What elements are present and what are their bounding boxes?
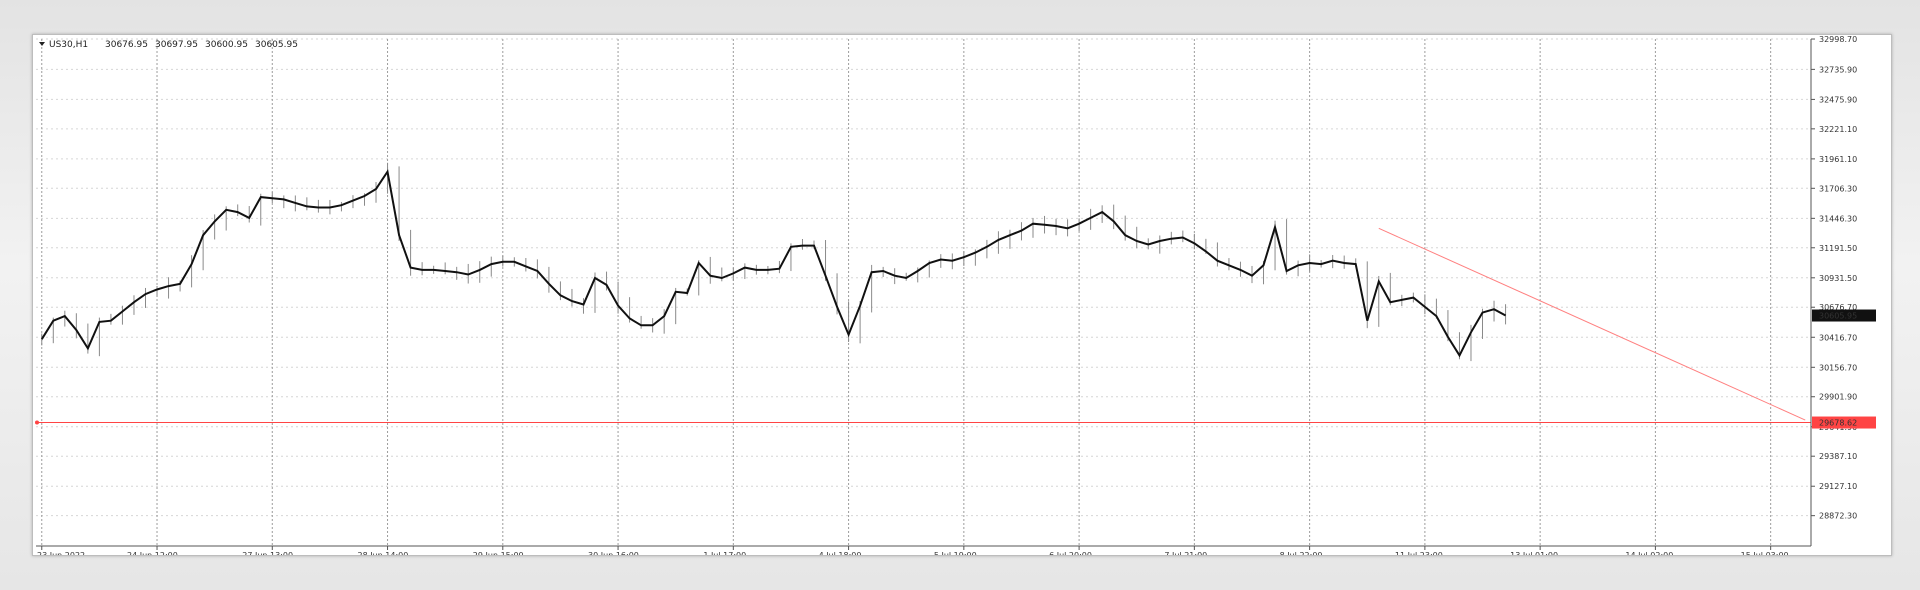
x-tick-label: 14 Jul 02:00 — [1625, 551, 1673, 555]
x-tick-label: 24 Jun 12:00 — [127, 551, 178, 555]
symbol-label: US30,H1 — [49, 40, 88, 50]
horizontal-line-label: 29678.62 — [1819, 419, 1857, 428]
y-tick-label: 29901.90 — [1819, 393, 1857, 402]
y-tick-label: 31961.10 — [1819, 155, 1857, 164]
y-tick-label: 31191.50 — [1819, 244, 1857, 253]
x-tick-label: 27 Jun 13:00 — [242, 551, 293, 555]
trendline[interactable] — [1378, 227, 1806, 421]
chart-window[interactable]: 32998.70 32735.90 32475.90 32221.10 31961.10… — [32, 34, 1892, 556]
x-tick-label: 30 Jun 16:00 — [588, 551, 639, 555]
high-price: 30697.95 — [155, 40, 198, 50]
y-tick-label: 30931.50 — [1819, 274, 1857, 283]
time-axis[interactable]: 23 Jun 2022 24 Jun 12:00 27 Jun 13:00 28 Ju… — [37, 546, 1789, 555]
close-price: 30605.95 — [255, 40, 298, 50]
x-tick-label: 7 Jul 21:00 — [1164, 551, 1207, 555]
x-tick-label: 29 Jun 15:00 — [473, 551, 524, 555]
y-tick-label: 29127.10 — [1819, 482, 1857, 491]
x-tick-label: 23 Jun 2022 — [37, 551, 85, 555]
x-tick-label: 6 Jul 20:00 — [1049, 551, 1092, 555]
grid — [36, 38, 1811, 546]
x-tick-label: 1 Jul 17:00 — [703, 551, 746, 555]
price-series-line — [40, 169, 1507, 358]
y-tick-label: 32475.90 — [1819, 95, 1857, 104]
horizontal-line-tag: 29678.62 — [1812, 416, 1876, 429]
low-price: 30600.95 — [205, 40, 248, 50]
dropdown-triangle-icon[interactable] — [39, 42, 45, 46]
y-tick-label: 32998.70 — [1819, 35, 1857, 44]
x-tick-label: 15 Jul 03:00 — [1741, 551, 1789, 555]
y-tick-label: 30416.70 — [1819, 333, 1857, 342]
x-tick-label: 13 Jul 01:00 — [1510, 551, 1558, 555]
y-tick-label: 31706.30 — [1819, 184, 1857, 193]
x-tick-label: 5 Jul 19:00 — [934, 551, 977, 555]
y-tick-label: 32221.10 — [1819, 125, 1857, 134]
symbol-header: US30,H1 30676.95 30697.95 30600.95 30605… — [39, 40, 298, 50]
y-tick-label: 30156.70 — [1819, 363, 1857, 372]
current-price-label: 30605.95 — [1819, 312, 1857, 321]
y-tick-label: 29387.10 — [1819, 452, 1857, 461]
current-price-tag: 30605.95 — [1812, 309, 1876, 322]
x-tick-label: 11 Jul 23:00 — [1395, 551, 1443, 555]
x-tick-label: 4 Jul 18:00 — [819, 551, 862, 555]
y-tick-label: 32735.90 — [1819, 65, 1857, 74]
price-axis[interactable]: 32998.70 32735.90 32475.90 32221.10 31961.10… — [1811, 35, 1857, 521]
y-tick-label: 28872.30 — [1819, 512, 1857, 521]
x-tick-label: 8 Jul 22:00 — [1280, 551, 1323, 555]
price-chart[interactable]: 32998.70 32735.90 32475.90 32221.10 31961.10… — [33, 35, 1891, 555]
y-tick-label: 31446.30 — [1819, 214, 1857, 223]
x-tick-label: 28 Jun 14:00 — [358, 551, 409, 555]
horizontal-line-anchor[interactable] — [35, 420, 39, 425]
open-price: 30676.95 — [105, 40, 148, 50]
candle-wicks — [41, 162, 1507, 362]
